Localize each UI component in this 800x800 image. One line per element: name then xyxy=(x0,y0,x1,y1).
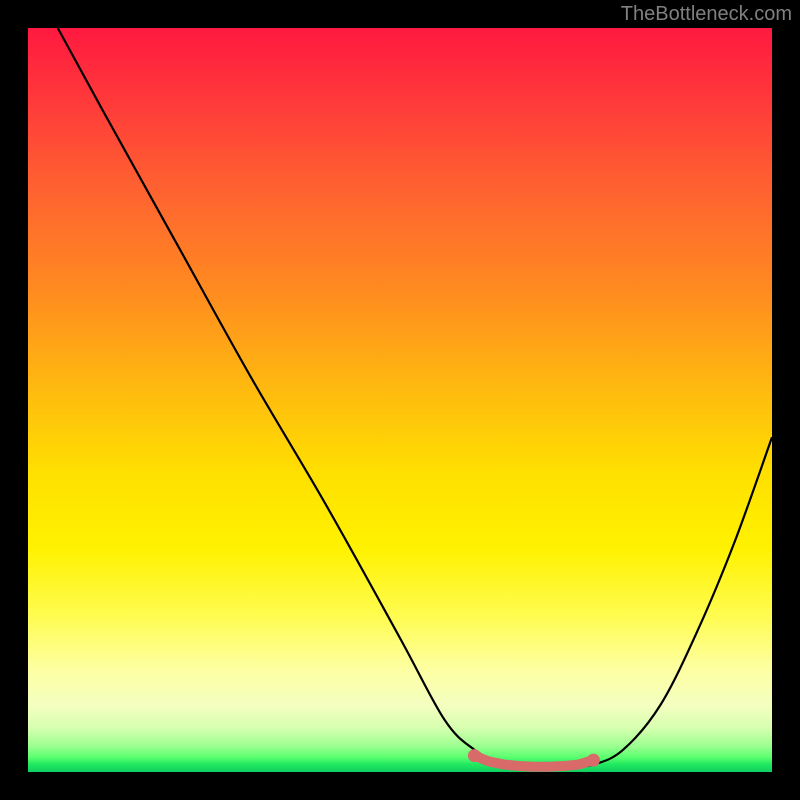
flat-region-markers xyxy=(468,749,600,767)
bottleneck-curve-svg xyxy=(28,28,772,772)
bottleneck-curve-line xyxy=(58,28,772,769)
flat-region-line xyxy=(474,756,593,767)
flat-region-endpoint xyxy=(468,749,481,762)
flat-region-endpoint xyxy=(587,754,600,767)
watermark-text: TheBottleneck.com xyxy=(621,3,792,26)
chart-plot-area xyxy=(28,28,772,772)
